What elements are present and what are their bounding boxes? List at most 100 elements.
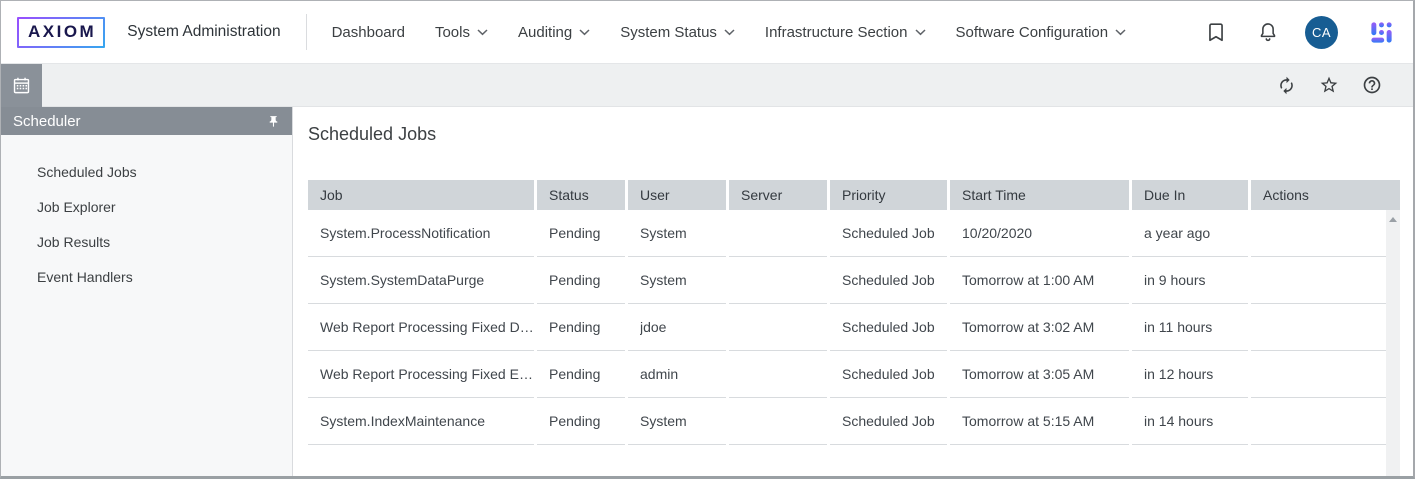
top-nav-item[interactable]: Auditing bbox=[518, 24, 590, 41]
table-column-header[interactable]: Server bbox=[729, 180, 827, 210]
table-cell-text: Scheduled Job bbox=[842, 225, 935, 241]
table-cell-text: Tomorrow at 5:15 AM bbox=[962, 413, 1094, 429]
table-row[interactable]: Web Report Processing Fixed Ex...Pending… bbox=[308, 351, 1386, 398]
top-nav-item[interactable]: System Status bbox=[620, 24, 735, 41]
table-row[interactable]: System.ProcessNotificationPendingSystemS… bbox=[308, 210, 1386, 257]
table-cell-text: Web Report Processing Fixed Ex... bbox=[320, 366, 534, 382]
chevron-down-icon bbox=[477, 29, 488, 36]
table-cell-text: Tomorrow at 3:02 AM bbox=[962, 319, 1094, 335]
content-area: Scheduler Scheduled Jobs Job Explorer Jo… bbox=[1, 107, 1413, 476]
header-divider bbox=[306, 14, 307, 50]
sidebar-item[interactable]: Event Handlers bbox=[1, 259, 292, 294]
sidebar: Scheduler Scheduled Jobs Job Explorer Jo… bbox=[1, 107, 293, 476]
table-column-header[interactable]: Priority bbox=[830, 180, 947, 210]
table-cell: in 11 hours bbox=[1132, 304, 1248, 351]
table-cell bbox=[729, 398, 827, 445]
sidebar-item-label: Event Handlers bbox=[37, 269, 133, 285]
table-cell-text: in 9 hours bbox=[1144, 272, 1205, 288]
table-cell bbox=[729, 351, 827, 398]
pin-icon bbox=[267, 115, 280, 128]
refresh-button[interactable] bbox=[1277, 76, 1296, 95]
axiom-logo: AXIOM bbox=[17, 17, 105, 48]
table-cell-text: 10/20/2020 bbox=[962, 225, 1032, 241]
table-cell-text: Web Report Processing Fixed De... bbox=[320, 319, 534, 335]
top-nav-item[interactable]: Dashboard bbox=[332, 24, 405, 41]
table-cell-text: Pending bbox=[549, 272, 600, 288]
table-column-header[interactable]: Due In bbox=[1132, 180, 1248, 210]
chevron-down-icon bbox=[579, 29, 590, 36]
apps-grid-button[interactable] bbox=[1368, 19, 1395, 46]
table-column-header[interactable]: Start Time bbox=[950, 180, 1129, 210]
table-cell-text: Tomorrow at 3:05 AM bbox=[962, 366, 1094, 382]
notifications-button[interactable] bbox=[1257, 21, 1279, 43]
table-cell: Scheduled Job bbox=[830, 398, 947, 445]
table-cell: Tomorrow at 1:00 AM bbox=[950, 257, 1129, 304]
star-icon bbox=[1319, 75, 1339, 95]
main-panel: Scheduled Jobs JobStatusUserServerPriori… bbox=[293, 107, 1413, 476]
avatar[interactable]: CA bbox=[1305, 16, 1338, 49]
table-header-row: JobStatusUserServerPriorityStart TimeDue… bbox=[308, 180, 1400, 210]
top-nav-item[interactable]: Infrastructure Section bbox=[765, 24, 926, 41]
table-cell-text: admin bbox=[640, 366, 678, 382]
sidebar-item[interactable]: Job Explorer bbox=[1, 189, 292, 224]
top-nav: Dashboard Tools Auditing System Status I… bbox=[332, 24, 1127, 41]
top-nav-item[interactable]: Tools bbox=[435, 24, 488, 41]
table-cell: Web Report Processing Fixed Ex... bbox=[308, 351, 534, 398]
top-nav-item[interactable]: Software Configuration bbox=[956, 24, 1127, 41]
table-cell-text: System bbox=[640, 272, 687, 288]
table-cell-text: System bbox=[640, 225, 687, 241]
apps-grid-icon bbox=[1368, 19, 1395, 46]
table-cell: Scheduled Job bbox=[830, 351, 947, 398]
table-column-header[interactable]: Actions bbox=[1251, 180, 1400, 210]
table-cell-text: Scheduled Job bbox=[842, 319, 935, 335]
sidebar-item-label: Job Explorer bbox=[37, 199, 116, 215]
help-button[interactable] bbox=[1362, 75, 1382, 95]
table-column-header[interactable]: Status bbox=[537, 180, 625, 210]
sidebar-item-label: Scheduled Jobs bbox=[37, 164, 137, 180]
table-cell-text: System bbox=[640, 413, 687, 429]
table-cell: System bbox=[628, 210, 726, 257]
table-cell: Web Report Processing Fixed De... bbox=[308, 304, 534, 351]
table-cell-text: Pending bbox=[549, 319, 600, 335]
table-cell: System.IndexMaintenance bbox=[308, 398, 534, 445]
table-cell-text: Scheduled Job bbox=[842, 272, 935, 288]
table-row[interactable]: Web Report Processing Fixed De... Pending… bbox=[308, 304, 1386, 351]
table-column-header[interactable]: User bbox=[628, 180, 726, 210]
table-cell-text: System.SystemDataPurge bbox=[320, 272, 484, 288]
table-cell: Tomorrow at 3:02 AM bbox=[950, 304, 1129, 351]
refresh-icon bbox=[1277, 76, 1296, 95]
table-cell-text: Scheduled Job bbox=[842, 413, 935, 429]
app-title: System Administration bbox=[127, 23, 280, 41]
calendar-icon bbox=[12, 76, 31, 95]
avatar-initials: CA bbox=[1312, 25, 1331, 40]
table-row[interactable]: System.SystemDataPurge Pending System Sched… bbox=[308, 257, 1386, 304]
favorite-button[interactable] bbox=[1319, 75, 1339, 95]
table-cell: 10/20/2020 bbox=[950, 210, 1129, 257]
top-nav-item-label: Auditing bbox=[518, 24, 572, 41]
sidebar-item[interactable]: Job Results bbox=[1, 224, 292, 259]
table-cell bbox=[1251, 257, 1386, 304]
table-cell: in 9 hours bbox=[1132, 257, 1248, 304]
app-window: AXIOM System Administration Dashboard To… bbox=[0, 0, 1415, 479]
bookmark-icon bbox=[1205, 21, 1227, 43]
pin-button[interactable] bbox=[267, 115, 280, 128]
table-cell: in 12 hours bbox=[1132, 351, 1248, 398]
table-body: System.ProcessNotificationPendingSystemS… bbox=[308, 210, 1386, 445]
sidebar-item[interactable]: Scheduled Jobs bbox=[1, 154, 292, 189]
top-nav-item-label: Infrastructure Section bbox=[765, 24, 908, 41]
table-cell-text: in 14 hours bbox=[1144, 413, 1213, 429]
table-cell: admin bbox=[628, 351, 726, 398]
vertical-scrollbar[interactable] bbox=[1386, 210, 1400, 476]
scheduler-document-tab[interactable] bbox=[1, 64, 42, 107]
table-cell: Pending bbox=[537, 304, 625, 351]
scroll-up-icon[interactable] bbox=[1389, 217, 1397, 222]
table-row[interactable]: System.IndexMaintenancePendingSystemSche… bbox=[308, 398, 1386, 445]
table-cell: System bbox=[628, 257, 726, 304]
logo-text: AXIOM bbox=[19, 19, 103, 46]
bookmark-button[interactable] bbox=[1205, 21, 1227, 43]
table-column-header[interactable]: Job bbox=[308, 180, 534, 210]
table-cell: in 14 hours bbox=[1132, 398, 1248, 445]
top-nav-item-label: System Status bbox=[620, 24, 717, 41]
top-nav-item-label: Dashboard bbox=[332, 24, 405, 41]
scheduled-jobs-table: JobStatusUserServerPriorityStart TimeDue… bbox=[308, 180, 1400, 476]
